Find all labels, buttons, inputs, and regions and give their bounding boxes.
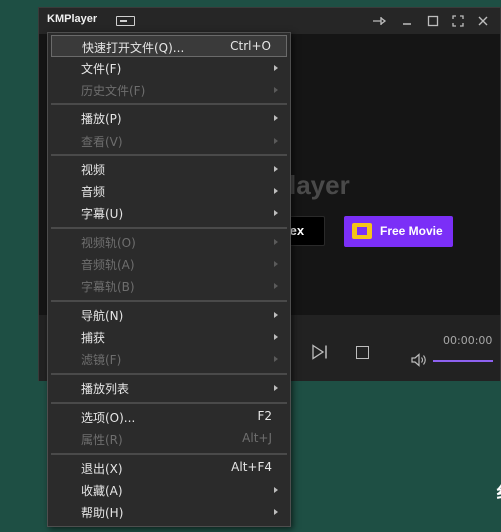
close-icon[interactable]: [475, 13, 491, 29]
menu-item-label: 快速打开文件(Q)...: [82, 41, 185, 55]
menu-item-shortcut: Ctrl+O: [230, 39, 271, 53]
submenu-arrow-icon: [274, 334, 278, 340]
menu-item-label: 选项(O)...: [81, 411, 136, 425]
next-track-icon[interactable]: [311, 344, 329, 360]
menu-item[interactable]: 捕获: [51, 326, 287, 348]
free-movie-button[interactable]: Free Movie: [344, 216, 453, 247]
menu-separator: [51, 453, 287, 455]
submenu-arrow-icon: [274, 487, 278, 493]
film-icon: [352, 223, 372, 239]
menu-item[interactable]: 导航(N): [51, 304, 287, 326]
menu-item: 视频轨(O): [51, 231, 287, 253]
stop-icon[interactable]: [356, 346, 369, 359]
submenu-arrow-icon: [274, 509, 278, 515]
brand-text: layer: [289, 170, 350, 200]
menu-item-label: 属性(R): [81, 433, 123, 447]
menu-item[interactable]: 字幕(U): [51, 202, 287, 224]
menu-item[interactable]: 帮助(H): [51, 501, 287, 523]
menu-item-label: 播放列表: [81, 382, 130, 396]
menu-item-label: 捕获: [81, 331, 106, 345]
menu-item: 历史文件(F): [51, 79, 287, 101]
submenu-arrow-icon: [274, 188, 278, 194]
menu-item-shortcut: F2: [257, 409, 272, 423]
submenu-arrow-icon: [274, 87, 278, 93]
menu-separator: [51, 373, 287, 375]
minimize-icon[interactable]: [399, 13, 415, 29]
menu-item[interactable]: 音频: [51, 180, 287, 202]
menu-item-label: 帮助(H): [81, 506, 124, 520]
menu-item-label: 历史文件(F): [81, 84, 146, 98]
maximize-icon[interactable]: [425, 13, 441, 29]
desktop-glyph: 纟: [496, 478, 501, 504]
menu-item-label: 播放(P): [81, 112, 122, 126]
menu-item-label: 导航(N): [81, 309, 124, 323]
menu-separator: [51, 154, 287, 156]
submenu-arrow-icon: [274, 239, 278, 245]
mini-mode-icon[interactable]: [116, 16, 135, 26]
menu-separator: [51, 103, 287, 105]
submenu-arrow-icon: [274, 312, 278, 318]
menu-item[interactable]: 退出(X) Alt+F4: [51, 457, 287, 479]
menu-item: 查看(V): [51, 130, 287, 152]
submenu-arrow-icon: [274, 261, 278, 267]
submenu-arrow-icon: [274, 115, 278, 121]
submenu-arrow-icon: [274, 166, 278, 172]
menu-item: 音频轨(A): [51, 253, 287, 275]
submenu-arrow-icon: [274, 210, 278, 216]
menu-separator: [51, 402, 287, 404]
menu-item[interactable]: 收藏(A): [51, 479, 287, 501]
menu-item-label: 退出(X): [81, 462, 123, 476]
submenu-arrow-icon: [274, 385, 278, 391]
menu-item-label: 字幕(U): [81, 207, 124, 221]
menu-item: 属性(R) Alt+J: [51, 428, 287, 450]
menu-separator: [51, 227, 287, 229]
menu-item-label: 文件(F): [81, 62, 122, 76]
menu-item[interactable]: 播放(P): [51, 107, 287, 129]
menu-item-label: 收藏(A): [81, 484, 123, 498]
submenu-arrow-icon: [274, 65, 278, 71]
free-movie-label: Free Movie: [380, 224, 443, 238]
menu-separator: [51, 300, 287, 302]
menu-item-label: 字幕轨(B): [81, 280, 135, 294]
menu-item-label: 滤镜(F): [81, 353, 122, 367]
menu-item: 滤镜(F): [51, 348, 287, 370]
menu-item-label: 查看(V): [81, 135, 123, 149]
volume-icon[interactable]: [410, 352, 428, 368]
menu-item[interactable]: 快速打开文件(Q)... Ctrl+O: [51, 35, 287, 57]
menu-item[interactable]: 文件(F): [51, 57, 287, 79]
menu-item-label: 音频轨(A): [81, 258, 135, 272]
menu-item-shortcut: Alt+J: [242, 431, 272, 445]
pin-icon[interactable]: [371, 13, 387, 29]
context-menu: 快速打开文件(Q)... Ctrl+O 文件(F) 历史文件(F) 播放(P) 查看(V)…: [47, 32, 291, 527]
menu-item: 字幕轨(B): [51, 275, 287, 297]
menu-item[interactable]: 视频: [51, 158, 287, 180]
time-display: 00:00:00: [443, 334, 493, 347]
app-title: KMPlayer: [47, 13, 98, 25]
menu-item[interactable]: 播放列表: [51, 377, 287, 399]
menu-item-shortcut: Alt+F4: [231, 460, 272, 474]
menu-item-label: 音频: [81, 185, 106, 199]
menu-item-label: 视频: [81, 163, 106, 177]
menu-item[interactable]: 选项(O)... F2: [51, 406, 287, 428]
submenu-arrow-icon: [274, 356, 278, 362]
volume-fill: [433, 360, 493, 362]
menu-item-label: 视频轨(O): [81, 236, 136, 250]
volume-slider[interactable]: [433, 360, 493, 362]
submenu-arrow-icon: [274, 138, 278, 144]
submenu-arrow-icon: [274, 283, 278, 289]
title-bar[interactable]: KMPlayer: [39, 8, 500, 34]
fullscreen-icon[interactable]: [450, 13, 466, 29]
